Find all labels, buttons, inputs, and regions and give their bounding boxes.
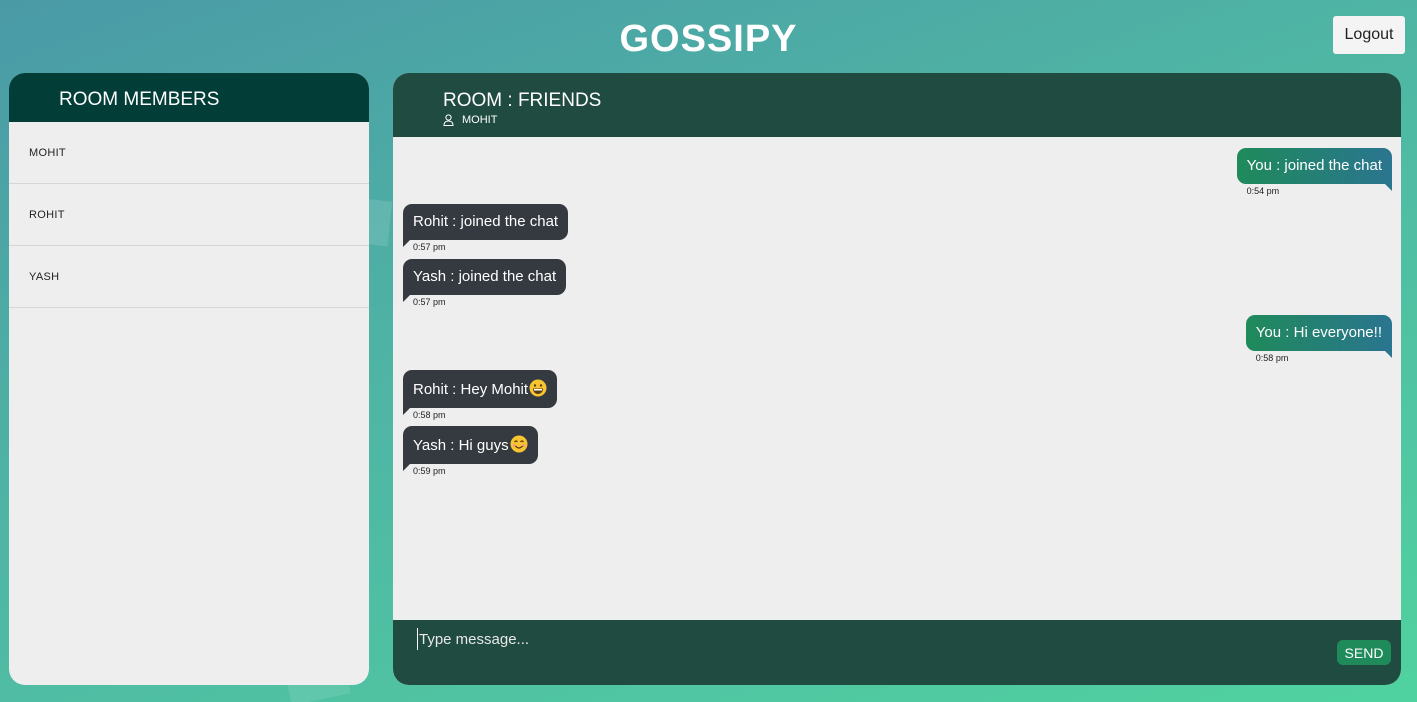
message-item: Yash : Hi guys 0:59 pm: [403, 426, 538, 476]
user-icon: [443, 114, 454, 126]
current-user: MOHIT: [443, 114, 497, 126]
message-text: Rohit : Hey Mohit: [413, 381, 529, 398]
message-time: 0:58 pm: [1255, 353, 1289, 363]
message-bubble: Yash : joined the chat: [403, 259, 567, 302]
message-list: You : joined the chat 0:54 pm Rohit : jo…: [393, 137, 1401, 620]
message-time: 0:57 pm: [413, 242, 446, 252]
smiling-face-emoji-icon: [510, 435, 528, 453]
message-text: You : Hi everyone!!: [1255, 324, 1382, 341]
message-compose-bar: SEND: [393, 620, 1401, 685]
message-text: You : joined the chat: [1246, 157, 1382, 174]
room-members-panel: ROOM MEMBERS MOHIT ROHIT YASH: [9, 73, 369, 685]
message-bubble: You : Hi everyone!!: [1245, 315, 1393, 358]
room-title: ROOM : FRIENDS: [443, 90, 602, 111]
message-item: Yash : joined the chat 0:57 pm: [403, 259, 567, 307]
message-input[interactable]: [417, 628, 1297, 650]
chat-header: ROOM : FRIENDS MOHIT: [393, 73, 1401, 137]
chat-panel: ROOM : FRIENDS MOHIT You : joined the ch…: [393, 73, 1401, 685]
member-item[interactable]: YASH: [9, 246, 369, 308]
message-item: Rohit : Hey Mohit 0:58 pm: [403, 370, 558, 420]
member-item[interactable]: MOHIT: [9, 122, 369, 184]
message-bubble: You : joined the chat: [1236, 148, 1393, 191]
message-text: Yash : joined the chat: [413, 268, 557, 285]
message-time: 0:57 pm: [413, 297, 446, 307]
member-name: MOHIT: [29, 146, 66, 159]
message-bubble: Rohit : Hey Mohit: [403, 370, 558, 415]
message-time: 0:59 pm: [413, 466, 446, 476]
message-item: You : joined the chat 0:54 pm: [1236, 148, 1393, 196]
member-name: ROHIT: [29, 208, 65, 221]
message-item: Rohit : joined the chat 0:57 pm: [403, 204, 569, 252]
message-text: Yash : Hi guys: [413, 437, 509, 454]
message-bubble: Yash : Hi guys: [403, 426, 538, 471]
grinning-face-emoji-icon: [529, 379, 547, 397]
message-time: 0:54 pm: [1246, 186, 1280, 196]
message-item: You : Hi everyone!! 0:58 pm: [1245, 315, 1393, 363]
message-text: Rohit : joined the chat: [413, 213, 559, 230]
message-time: 0:58 pm: [413, 410, 446, 420]
send-button[interactable]: SEND: [1337, 640, 1391, 665]
app-title: GOSSIPY: [619, 18, 798, 60]
message-bubble: Rohit : joined the chat: [403, 204, 569, 247]
logout-button[interactable]: Logout: [1333, 16, 1405, 54]
member-name: YASH: [29, 270, 60, 283]
member-item[interactable]: ROHIT: [9, 184, 369, 246]
current-user-name: MOHIT: [462, 114, 498, 126]
room-members-header: ROOM MEMBERS: [9, 73, 369, 122]
